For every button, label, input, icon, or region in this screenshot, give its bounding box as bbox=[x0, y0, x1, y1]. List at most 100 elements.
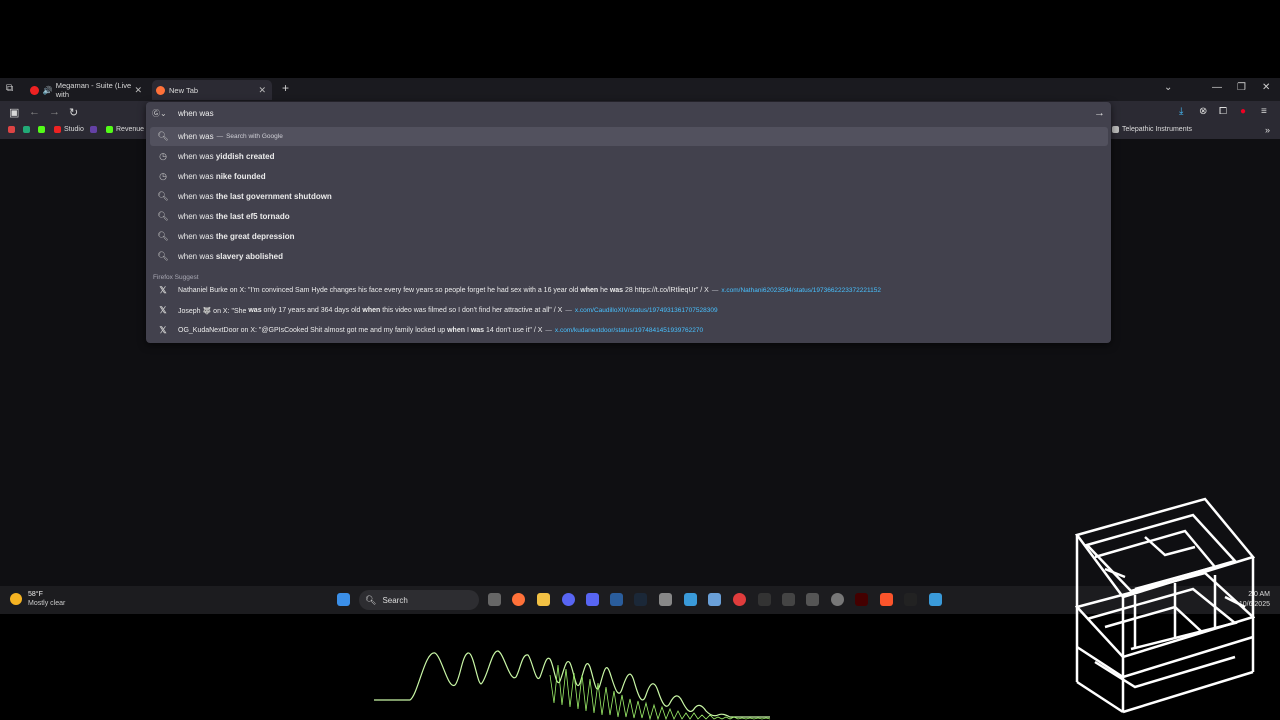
twitch-icon[interactable] bbox=[90, 126, 97, 133]
brave-icon[interactable] bbox=[880, 593, 893, 606]
search-row[interactable]: 🔍︎ when was the last ef5 tornado bbox=[150, 207, 1108, 226]
gmail-icon[interactable] bbox=[8, 126, 15, 133]
separator: — bbox=[216, 133, 224, 140]
history-prefix: when was bbox=[178, 212, 214, 221]
bookmark-revenue[interactable]: Revenue bbox=[106, 126, 144, 133]
moon-icon bbox=[10, 593, 22, 605]
close-icon[interactable]: ✕ bbox=[134, 85, 142, 96]
app-icon[interactable] bbox=[684, 593, 697, 606]
forward-icon[interactable]: → bbox=[49, 106, 60, 118]
tab-label: New Tab bbox=[169, 85, 199, 95]
tab-list-icon[interactable]: ⧉ bbox=[6, 83, 13, 94]
app-icon[interactable] bbox=[708, 593, 721, 606]
suggest-text: this video was filmed so I don't find he… bbox=[380, 307, 563, 314]
firefox-suggest-label: Firefox Suggest bbox=[153, 274, 199, 281]
app-icon[interactable] bbox=[782, 593, 795, 606]
suggest-text: Nathaniel Burke on X: "I'm convinced Sam… bbox=[178, 287, 581, 294]
screen: ⧉ 🔊 Megaman - Suite (Live with ✕ New Tab… bbox=[0, 0, 1280, 720]
settings-icon[interactable] bbox=[831, 593, 844, 606]
google-engine-icon[interactable]: Ⓖ⌄ bbox=[152, 106, 170, 120]
app-icon[interactable] bbox=[806, 593, 819, 606]
separator: — bbox=[565, 307, 572, 314]
kick-icon[interactable] bbox=[38, 126, 45, 133]
x-suggest-row[interactable]: 𝕏 Joseph 🐺 on X: "She was only 17 years … bbox=[150, 301, 1108, 320]
suggest-bold: was bbox=[248, 307, 262, 314]
back-icon[interactable]: ← bbox=[29, 106, 40, 118]
history-prefix: when was bbox=[178, 172, 214, 181]
suggestion-hint: Search with Google bbox=[226, 133, 283, 140]
reload-icon[interactable]: ↻ bbox=[69, 106, 78, 119]
folder-icon[interactable] bbox=[537, 593, 550, 606]
suggest-bold: was bbox=[609, 287, 624, 294]
x-suggest-row[interactable]: 𝕏 OG_KudaNextDoor on X: "@GPIsCooked Shi… bbox=[150, 321, 1108, 340]
tab-bar: ⧉ 🔊 Megaman - Suite (Live with ✕ New Tab… bbox=[0, 78, 1280, 101]
menu-icon[interactable]: ≡ bbox=[1261, 106, 1267, 117]
chevron-down-icon[interactable]: ⌄ bbox=[1164, 82, 1172, 93]
x-logo-icon: 𝕏 bbox=[159, 325, 167, 335]
search-row[interactable]: 🔍︎ when was the last government shutdown bbox=[150, 187, 1108, 206]
history-bold: yiddish created bbox=[215, 152, 275, 161]
app-icon[interactable] bbox=[855, 593, 868, 606]
search-icon: 🔍︎ bbox=[157, 131, 169, 141]
minimize-icon[interactable]: — bbox=[1212, 82, 1222, 93]
bookmark-studio[interactable]: Studio bbox=[54, 126, 84, 133]
app-icon[interactable] bbox=[929, 593, 942, 606]
suggest-text: 28 https://t.co/lRtlieqUr" / X bbox=[623, 287, 709, 294]
start-icon[interactable] bbox=[337, 593, 350, 606]
suggest-bold: when bbox=[447, 327, 465, 334]
wireframe-cube bbox=[1075, 497, 1255, 714]
firefox-icon bbox=[156, 85, 165, 95]
suggestion-query: when was bbox=[178, 132, 214, 141]
close-window-icon[interactable]: ✕ bbox=[1262, 82, 1270, 93]
audio-visualizer bbox=[374, 650, 771, 720]
app-icon[interactable] bbox=[610, 593, 623, 606]
sidebar-icon[interactable]: ▣ bbox=[9, 106, 19, 119]
restore-icon[interactable]: ❐ bbox=[1237, 82, 1246, 93]
bookmark-icon[interactable] bbox=[23, 126, 30, 133]
discord-icon[interactable] bbox=[586, 593, 599, 606]
x-suggest-row[interactable]: 𝕏 Nathaniel Burke on X: "I'm convinced S… bbox=[150, 281, 1108, 300]
weather-desc: Mostly clear bbox=[28, 600, 66, 607]
extensions-icon[interactable]: ⧠ bbox=[1219, 106, 1227, 117]
history-row[interactable]: ◷ when was nike founded bbox=[150, 167, 1108, 186]
suggest-url: x.com/CaudilloXIV/status/197493136170752… bbox=[574, 307, 718, 314]
suggest-text: he bbox=[598, 287, 610, 294]
bookmark-telepathic[interactable]: Telepathic Instruments bbox=[1112, 126, 1192, 133]
history-bold: slavery abolished bbox=[215, 252, 283, 261]
separator: — bbox=[711, 287, 719, 294]
download-icon[interactable]: ⤓ bbox=[1179, 106, 1183, 117]
new-tab-icon[interactable]: + bbox=[282, 81, 289, 95]
url-input[interactable]: Ⓖ⌄ when was → bbox=[146, 102, 1111, 124]
search-label: Search bbox=[382, 595, 408, 605]
tab-new-tab[interactable]: New Tab ✕ bbox=[152, 80, 272, 100]
task-view-icon[interactable] bbox=[488, 593, 501, 606]
x-app-icon[interactable] bbox=[904, 593, 917, 606]
search-icon: 🔍︎ bbox=[157, 211, 169, 221]
search-row[interactable]: 🔍︎ when was slavery abolished bbox=[150, 247, 1108, 266]
app-icon[interactable] bbox=[562, 593, 575, 606]
app-icon[interactable] bbox=[659, 593, 672, 606]
search-row[interactable]: 🔍︎ when was the great depression bbox=[150, 227, 1108, 246]
search-suggestion-row[interactable]: 🔍︎ when was — Search with Google bbox=[150, 127, 1108, 146]
history-row[interactable]: ◷ when was yiddish created bbox=[150, 147, 1108, 166]
search-icon: 🔍︎ bbox=[157, 191, 169, 201]
history-icon: ◷ bbox=[159, 171, 167, 181]
search-icon: 🔍︎ bbox=[157, 231, 169, 241]
youtube-icon bbox=[30, 85, 39, 95]
app-icon[interactable] bbox=[733, 593, 746, 606]
history-bold: the great depression bbox=[215, 232, 295, 241]
steam-icon[interactable] bbox=[634, 593, 647, 606]
app-icon[interactable] bbox=[758, 593, 771, 606]
suggest-url: x.com/kudanextdoor/status/19748414519397… bbox=[554, 327, 704, 334]
extension-red-icon[interactable]: ● bbox=[1240, 106, 1246, 117]
arrow-right-icon[interactable]: → bbox=[1094, 107, 1105, 119]
taskbar-search[interactable]: 🔍︎ Search bbox=[359, 590, 479, 610]
close-icon[interactable]: ✕ bbox=[258, 85, 266, 96]
weather-widget[interactable]: 58°F Mostly clear bbox=[10, 590, 65, 608]
x-logo-icon: 𝕏 bbox=[159, 285, 167, 295]
history-prefix: when was bbox=[178, 252, 214, 261]
firefox-icon[interactable] bbox=[512, 593, 525, 606]
tab-megaman[interactable]: 🔊 Megaman - Suite (Live with ✕ bbox=[26, 80, 148, 100]
account-icon[interactable]: ⊗ bbox=[1199, 106, 1207, 117]
chevron-right-icon[interactable]: » bbox=[1265, 125, 1270, 135]
